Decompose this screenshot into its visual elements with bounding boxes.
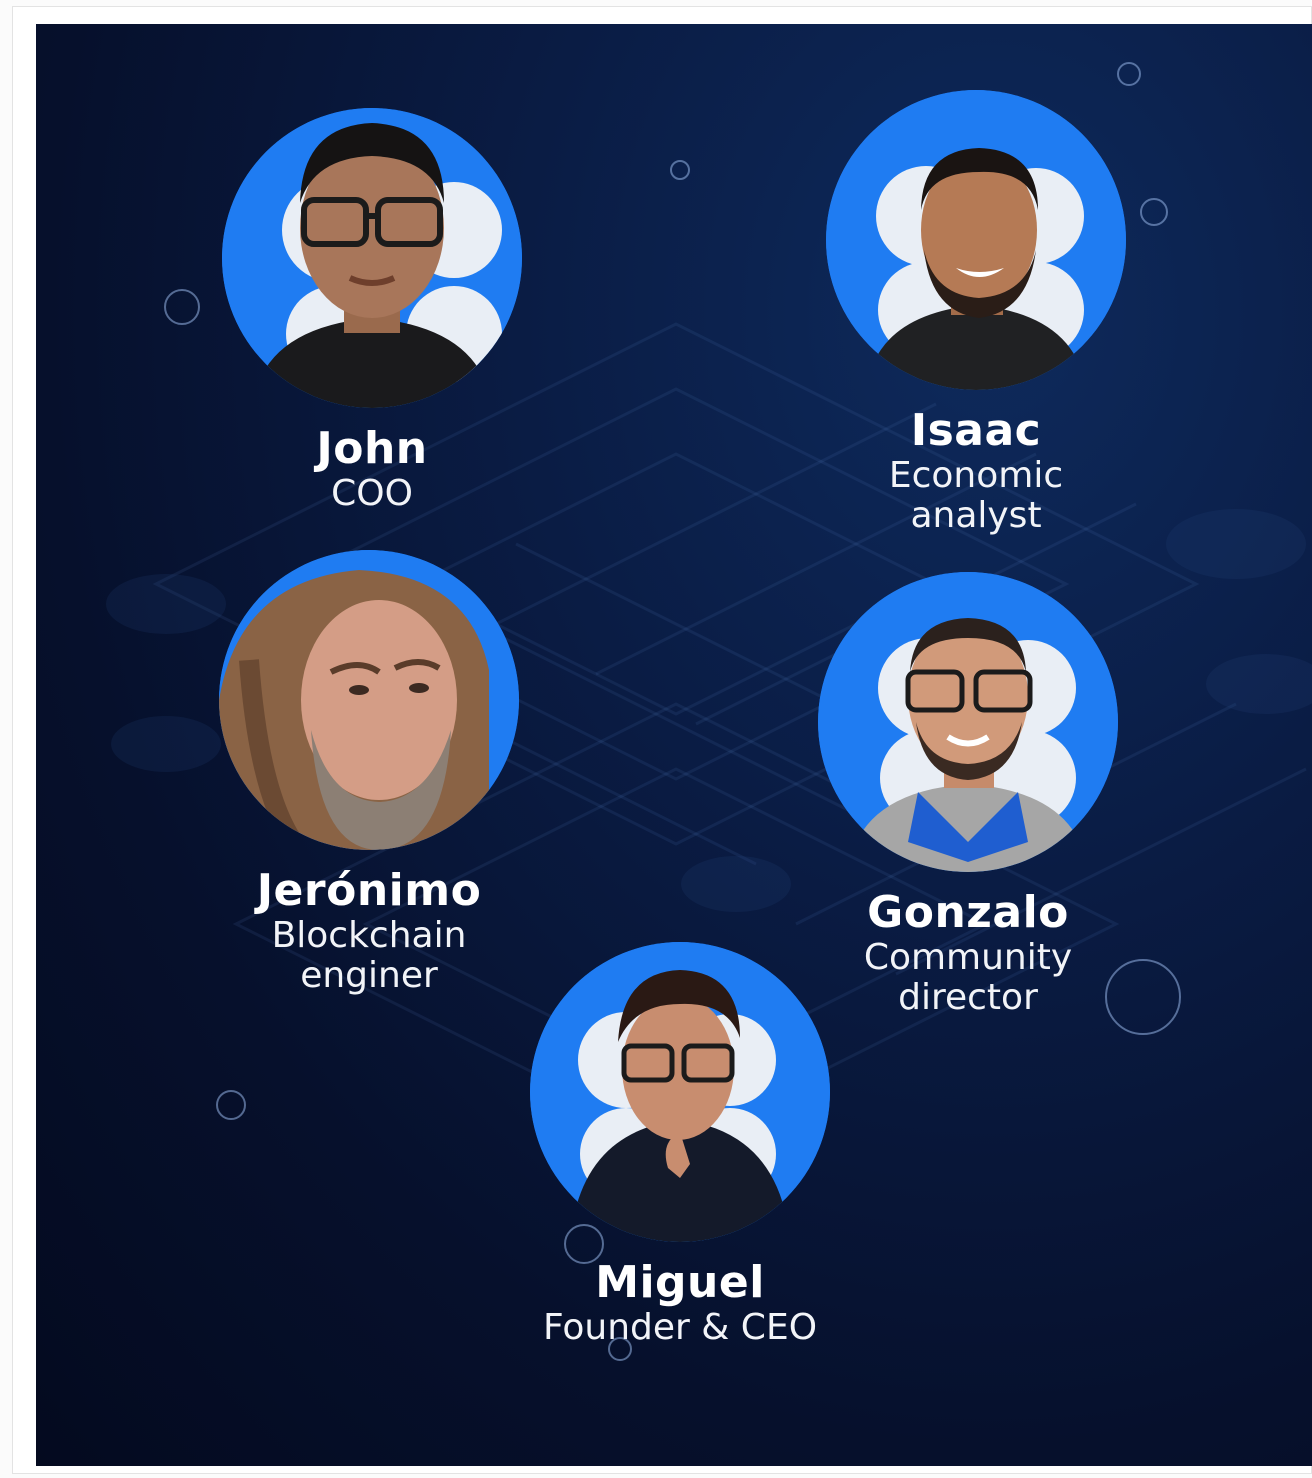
jeronimo-photo <box>219 550 519 850</box>
member-role: Founder & CEO <box>542 1307 818 1348</box>
member-name: John <box>316 423 428 474</box>
decor-bubble <box>670 160 690 180</box>
team-panel: John COO Isaac Economic analyst Jerónimo… <box>36 24 1312 1466</box>
team-member-john: John COO <box>162 108 582 514</box>
member-name: Miguel <box>595 1257 765 1308</box>
member-role: COO <box>331 473 413 514</box>
decor-bubble <box>216 1090 246 1120</box>
member-name: Jerónimo <box>256 865 482 916</box>
avatar <box>818 572 1118 872</box>
team-member-jeronimo: Jerónimo Blockchain enginer <box>159 550 579 996</box>
isaac-photo <box>826 90 1126 390</box>
team-member-isaac: Isaac Economic analyst <box>766 90 1186 536</box>
john-photo <box>222 108 522 408</box>
avatar <box>222 108 522 408</box>
team-member-miguel: Miguel Founder & CEO <box>470 942 890 1348</box>
member-name: Isaac <box>910 405 1042 456</box>
member-name: Gonzalo <box>867 887 1069 938</box>
member-role: Blockchain enginer <box>271 915 467 996</box>
miguel-photo <box>530 942 830 1242</box>
avatar <box>530 942 830 1242</box>
avatar <box>826 90 1126 390</box>
member-role: Economic analyst <box>888 455 1064 536</box>
decor-bubble <box>1117 62 1141 86</box>
avatar <box>219 550 519 850</box>
gonzalo-photo <box>818 572 1118 872</box>
